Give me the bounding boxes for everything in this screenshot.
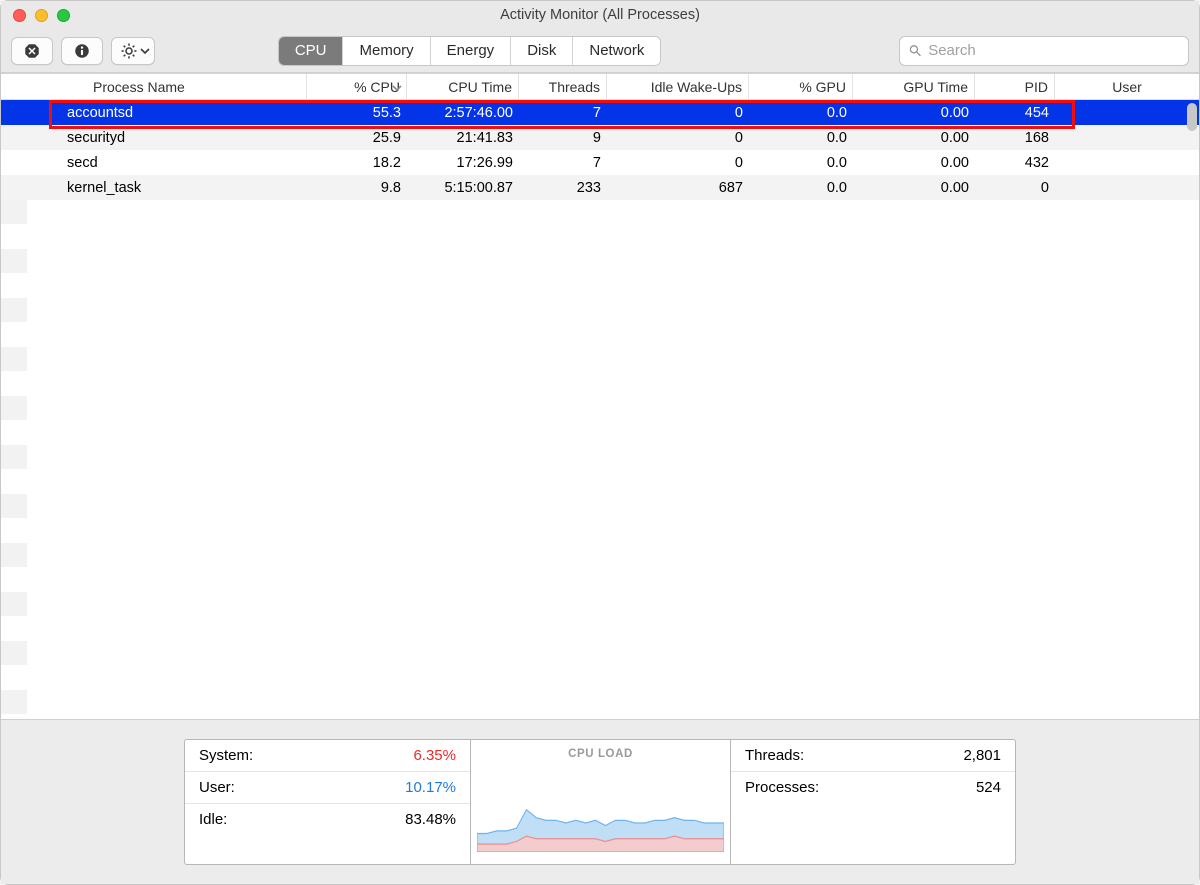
footer-panel: System: 6.35% User: 10.17% Idle: 83.48% …	[1, 719, 1199, 884]
cell-gpu-time: 0.00	[853, 130, 975, 146]
options-menu-button[interactable]	[111, 37, 155, 65]
cell-cpu-time: 5:15:00.87	[407, 180, 519, 196]
traffic-lights	[1, 9, 70, 22]
cell-pid: 168	[975, 130, 1055, 146]
threads-value: 2,801	[963, 747, 1001, 764]
cell-gpu-time: 0.00	[853, 180, 975, 196]
col-header-cpu[interactable]: % CPU	[307, 74, 407, 99]
gear-icon	[120, 42, 138, 60]
cell-gpu: 0.0	[749, 130, 853, 146]
cell-pid: 454	[975, 105, 1055, 121]
cell-cpu: 25.9	[307, 130, 407, 146]
cell-process-name: accountsd	[1, 105, 307, 121]
cell-cpu: 18.2	[307, 155, 407, 171]
col-header-cpu-time[interactable]: CPU Time	[407, 74, 519, 99]
cell-gpu: 0.0	[749, 180, 853, 196]
process-table-body: accountsd55.32:57:46.00700.00.00454secur…	[1, 100, 1199, 719]
col-header-gpu[interactable]: % GPU	[749, 74, 853, 99]
cell-process-name: kernel_task	[1, 180, 307, 196]
cell-pid: 0	[975, 180, 1055, 196]
system-label: System:	[199, 747, 253, 764]
cell-process-name: securityd	[1, 130, 307, 146]
col-header-idle-wakeups[interactable]: Idle Wake-Ups	[607, 74, 749, 99]
cell-cpu: 9.8	[307, 180, 407, 196]
toolbar: CPU Memory Energy Disk Network	[1, 29, 1199, 73]
cell-gpu-time: 0.00	[853, 155, 975, 171]
table-row[interactable]: securityd25.921:41.83900.00.00168	[1, 125, 1199, 150]
search-input[interactable]	[922, 42, 1180, 59]
col-header-threads[interactable]: Threads	[519, 74, 607, 99]
system-value: 6.35%	[413, 747, 456, 764]
chevron-down-icon	[140, 46, 150, 56]
cell-threads: 9	[519, 130, 607, 146]
tab-segmented-control: CPU Memory Energy Disk Network	[278, 36, 662, 66]
table-row[interactable]: secd18.217:26.99700.00.00432	[1, 150, 1199, 175]
quit-process-button[interactable]	[11, 37, 53, 65]
tab-network[interactable]: Network	[573, 37, 660, 65]
col-header-pid[interactable]: PID	[975, 74, 1055, 99]
chart-title: CPU LOAD	[471, 740, 730, 760]
cell-pid: 432	[975, 155, 1055, 171]
info-icon	[73, 42, 91, 60]
counts-panel: Threads: 2,801 Processes: 524	[730, 739, 1016, 865]
cell-idle-wakeups: 0	[607, 155, 749, 171]
sort-descending-icon	[392, 83, 402, 93]
cpu-load-chart-panel: CPU LOAD	[470, 739, 730, 865]
cell-threads: 233	[519, 180, 607, 196]
zoom-window-button[interactable]	[57, 9, 70, 22]
col-header-process-name[interactable]: Process Name	[1, 74, 307, 99]
process-area: Process Name % CPU CPU Time Threads Idle…	[1, 73, 1199, 719]
inspect-process-button[interactable]	[61, 37, 103, 65]
col-header-user[interactable]: User	[1055, 74, 1199, 99]
cell-gpu-time: 0.00	[853, 105, 975, 121]
search-icon	[908, 43, 922, 58]
tab-energy[interactable]: Energy	[431, 37, 512, 65]
cell-cpu-time: 17:26.99	[407, 155, 519, 171]
titlebar: Activity Monitor (All Processes)	[1, 1, 1199, 29]
minimize-window-button[interactable]	[35, 9, 48, 22]
cell-idle-wakeups: 0	[607, 130, 749, 146]
cell-threads: 7	[519, 105, 607, 121]
threads-label: Threads:	[745, 747, 804, 764]
search-field-wrap	[899, 36, 1189, 66]
tab-cpu[interactable]: CPU	[279, 37, 344, 65]
cell-process-name: secd	[1, 155, 307, 171]
stop-icon	[23, 42, 41, 60]
user-label: User:	[199, 779, 235, 796]
window-title: Activity Monitor (All Processes)	[1, 7, 1199, 23]
cell-gpu: 0.0	[749, 105, 853, 121]
cell-gpu: 0.0	[749, 155, 853, 171]
cell-idle-wakeups: 0	[607, 105, 749, 121]
processes-label: Processes:	[745, 779, 819, 796]
cpu-usage-panel: System: 6.35% User: 10.17% Idle: 83.48%	[184, 739, 470, 865]
close-window-button[interactable]	[13, 9, 26, 22]
col-header-gpu-time[interactable]: GPU Time	[853, 74, 975, 99]
idle-value: 83.48%	[405, 811, 456, 828]
activity-monitor-window: Activity Monitor (All Processes) CPU Mem…	[0, 0, 1200, 885]
processes-value: 524	[976, 779, 1001, 796]
idle-label: Idle:	[199, 811, 227, 828]
cpu-load-chart	[477, 764, 724, 852]
table-row[interactable]: accountsd55.32:57:46.00700.00.00454	[1, 100, 1199, 125]
user-value: 10.17%	[405, 779, 456, 796]
tab-disk[interactable]: Disk	[511, 37, 573, 65]
cell-cpu: 55.3	[307, 105, 407, 121]
tab-memory[interactable]: Memory	[343, 37, 430, 65]
vertical-scrollbar-thumb[interactable]	[1187, 103, 1197, 131]
empty-row-stripes	[1, 200, 1199, 719]
cell-cpu-time: 21:41.83	[407, 130, 519, 146]
cell-idle-wakeups: 687	[607, 180, 749, 196]
table-row[interactable]: kernel_task9.85:15:00.872336870.00.000	[1, 175, 1199, 200]
cell-cpu-time: 2:57:46.00	[407, 105, 519, 121]
table-header-row: Process Name % CPU CPU Time Threads Idle…	[1, 74, 1199, 100]
cell-threads: 7	[519, 155, 607, 171]
